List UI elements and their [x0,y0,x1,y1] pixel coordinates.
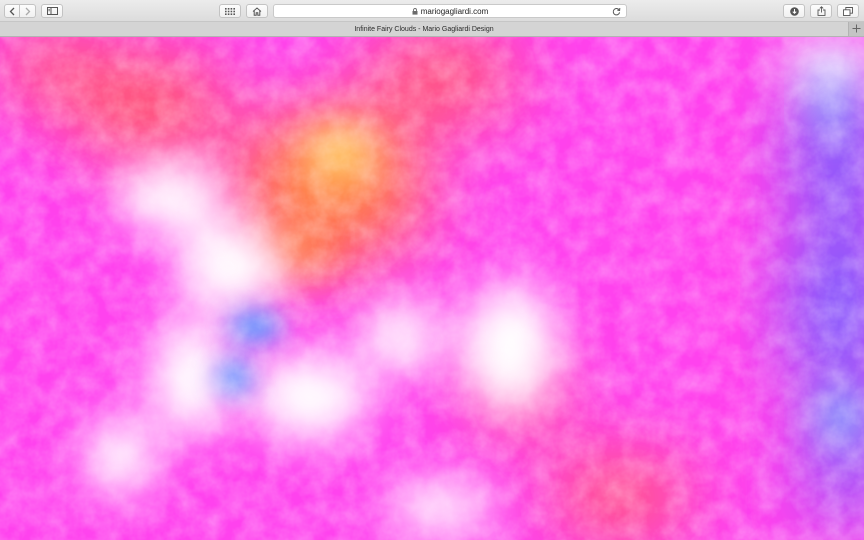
reload-icon[interactable] [612,7,621,18]
tab-title: Infinite Fairy Clouds - Mario Gagliardi … [354,25,494,33]
address-bar[interactable]: mariogagliardi.com [273,4,627,18]
chevron-right-icon [25,7,31,16]
url-text: mariogagliardi.com [420,6,489,16]
plus-icon [852,20,861,38]
share-icon [817,6,826,16]
home-icon [252,6,262,16]
tab-overview-button[interactable] [837,4,859,18]
lock-icon [412,7,418,15]
downloads-button[interactable] [783,4,805,18]
sidebar-icon [46,7,58,15]
browser-toolbar: mariogagliardi.com [0,0,864,22]
fairy-clouds-canvas[interactable] [0,37,864,540]
cloud-grain-overlay [0,37,864,540]
forward-button[interactable] [20,4,36,18]
download-icon [789,6,799,16]
back-button[interactable] [4,4,20,18]
page-content[interactable] [0,37,864,540]
tab-active[interactable]: Infinite Fairy Clouds - Mario Gagliardi … [0,22,848,36]
sidebar-toggle-button[interactable] [41,4,63,18]
chevron-left-icon [9,7,15,16]
tab-bar: Infinite Fairy Clouds - Mario Gagliardi … [0,22,864,37]
share-button[interactable] [810,4,832,18]
home-button[interactable] [246,4,268,18]
tabs-overview-icon [843,6,853,16]
top-sites-button[interactable] [219,4,241,18]
new-tab-button[interactable] [848,22,864,36]
grid-icon [225,7,235,15]
